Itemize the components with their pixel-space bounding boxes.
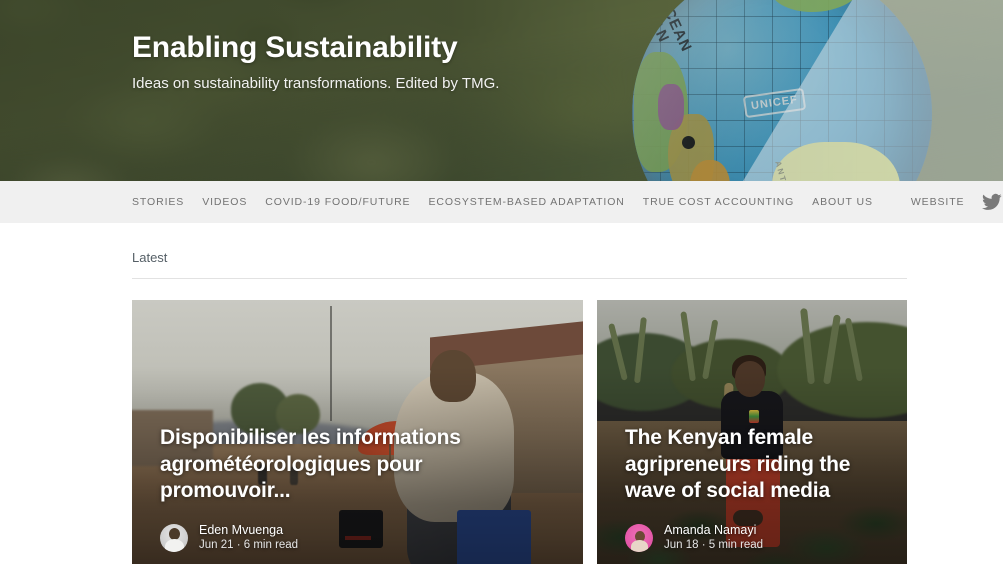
twitter-icon [982,193,1003,210]
nav-item-videos[interactable]: VIDEOS [202,196,247,208]
twitter-link[interactable] [982,192,1003,212]
story-card-title[interactable]: Disponibiliser les informations agromété… [160,425,555,504]
hero-text-block: Enabling Sustainability Ideas on sustain… [132,30,499,92]
author-name[interactable]: Eden Mvuenga [199,522,298,539]
story-meta: Jun 21 · 6 min read [199,539,299,552]
nav-item-ecosystem-based-adaptation[interactable]: ECOSYSTEM-BASED ADAPTATION [428,196,624,208]
avatar[interactable] [625,523,653,552]
main-content: Latest Disponibiliser les informations a… [0,223,1003,564]
story-card-byline: Eden Mvuenga Jun 21 · 6 min read [160,522,555,554]
nav-item-stories[interactable]: STORIES [132,196,184,208]
site-header-hero: INDIAN OCEAN ANTARCTICA UNICEF Enabling … [0,0,1003,181]
nav-item-about-us[interactable]: ABOUT US [812,196,873,208]
story-meta: Jun 18 · 5 min read [664,539,764,552]
story-card-grid: Disponibiliser les informations agromété… [132,300,907,564]
nav-items-container: STORIES VIDEOS COVID-19 FOOD/FUTURE ECOS… [132,192,1003,212]
author-name[interactable]: Amanda Namayi [664,522,763,539]
story-card[interactable]: Disponibiliser les informations agromété… [132,300,583,564]
avatar[interactable] [160,523,188,552]
page-title: Enabling Sustainability [132,31,458,64]
page-subtitle: Ideas on sustainability transformations.… [132,75,500,92]
story-card-body: The Kenyan female agripreneurs riding th… [625,425,879,554]
nav-item-website[interactable]: WEBSITE [911,196,965,208]
latest-section-header: Latest [132,223,907,279]
byline-text: Eden Mvuenga Jun 21 · 6 min read [199,522,298,554]
story-card-body: Disponibiliser les informations agromété… [160,425,555,554]
story-card-byline: Amanda Namayi Jun 18 · 5 min read [625,522,879,554]
primary-navigation: STORIES VIDEOS COVID-19 FOOD/FUTURE ECOS… [0,181,1003,223]
section-label-latest: Latest [132,250,168,265]
nav-item-true-cost-accounting[interactable]: TRUE COST ACCOUNTING [643,196,794,208]
story-card[interactable]: The Kenyan female agripreneurs riding th… [597,300,907,564]
nav-item-covid-19-food-future[interactable]: COVID-19 FOOD/FUTURE [265,196,410,208]
story-card-title[interactable]: The Kenyan female agripreneurs riding th… [625,425,879,504]
byline-text: Amanda Namayi Jun 18 · 5 min read [664,522,763,554]
section-divider [132,278,907,279]
